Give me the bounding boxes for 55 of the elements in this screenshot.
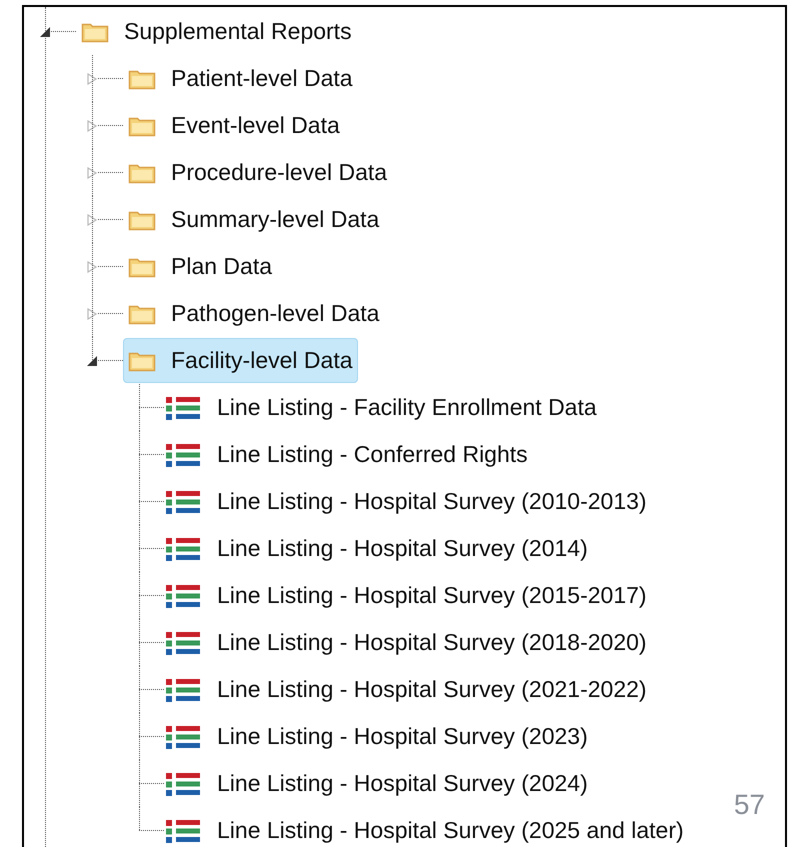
folder-label: Plan Data — [171, 252, 272, 282]
expanded-arrow-icon[interactable] — [39, 26, 51, 38]
report-label: Line Listing - Facility Enrollment Data — [217, 393, 597, 422]
report-item[interactable]: Line Listing - Hospital Survey (2023) — [159, 714, 593, 759]
report-label: Line Listing - Hospital Survey (2018-2020) — [217, 628, 647, 658]
folder-label: Procedure-level Data — [171, 158, 388, 188]
report-item[interactable]: Line Listing - Hospital Survey (2018-2020) — [159, 620, 652, 665]
report-item[interactable]: Line Listing - Conferred Rights — [159, 432, 533, 477]
report-label: Line Listing - Hospital Survey (2024) — [217, 769, 588, 798]
page-number: 57 — [734, 788, 765, 822]
list-icon — [164, 818, 202, 844]
collapsed-arrow-icon[interactable] — [86, 308, 98, 320]
folder-label: Pathogen-level Data — [171, 299, 380, 328]
folder-item[interactable]: Event-level Data — [123, 103, 345, 148]
report-item[interactable]: Line Listing - Hospital Survey (2015-2017) — [159, 573, 652, 618]
list-icon — [164, 394, 202, 420]
report-label: Line Listing - Hospital Survey (2015-2017) — [217, 581, 647, 610]
report-label: Line Listing - Hospital Survey (2023) — [217, 722, 588, 752]
folder-item[interactable]: Supplemental Reports — [76, 9, 357, 54]
list-icon — [164, 536, 202, 562]
folder-label: Facility-level Data — [171, 346, 352, 376]
folder-label: Supplemental Reports — [124, 17, 352, 46]
collapsed-arrow-icon[interactable] — [86, 260, 98, 272]
folder-item[interactable]: Patient-level Data — [123, 56, 358, 101]
list-icon — [164, 442, 202, 468]
folder-label: Event-level Data — [171, 111, 340, 140]
report-label: Line Listing - Hospital Survey (2010-2013) — [217, 487, 647, 516]
list-icon — [164, 770, 202, 796]
list-icon — [164, 630, 202, 656]
report-item[interactable]: Line Listing - Hospital Survey (2010-2013) — [159, 479, 652, 524]
folder-item[interactable]: Plan Data — [123, 244, 278, 289]
folder-label: Summary-level Data — [171, 205, 380, 234]
folder-item[interactable]: Summary-level Data — [123, 197, 384, 242]
folder-item[interactable]: Procedure-level Data — [123, 150, 392, 195]
collapsed-arrow-icon[interactable] — [86, 120, 98, 132]
report-item[interactable]: Line Listing - Hospital Survey (2014) — [159, 526, 593, 571]
report-label: Line Listing - Conferred Rights — [217, 440, 528, 470]
collapsed-arrow-icon[interactable] — [86, 72, 98, 84]
list-icon — [164, 724, 202, 750]
folder-item[interactable]: Pathogen-level Data — [123, 291, 384, 336]
report-label: Line Listing - Hospital Survey (2014) — [217, 534, 588, 564]
list-icon — [164, 488, 202, 514]
report-item[interactable]: Line Listing - Hospital Survey (2021-2022) — [159, 667, 652, 712]
report-label: Line Listing - Hospital Survey (2021-2022) — [217, 675, 647, 704]
collapsed-arrow-icon[interactable] — [86, 166, 98, 178]
folder-label: Patient-level Data — [171, 64, 353, 94]
list-icon — [164, 582, 202, 608]
expanded-arrow-icon[interactable] — [86, 354, 98, 366]
report-label: Line Listing - Hospital Survey (2025 and later) — [217, 816, 684, 846]
report-item[interactable]: Line Listing - Hospital Survey (2024) — [159, 761, 593, 806]
collapsed-arrow-icon[interactable] — [86, 214, 98, 226]
report-item[interactable]: Line Listing - Facility Enrollment Data — [159, 385, 602, 430]
list-icon — [164, 676, 202, 702]
report-item[interactable]: Line Listing - Hospital Survey (2025 and later) — [159, 808, 689, 847]
folder-item[interactable]: Facility-level Data — [123, 338, 358, 383]
